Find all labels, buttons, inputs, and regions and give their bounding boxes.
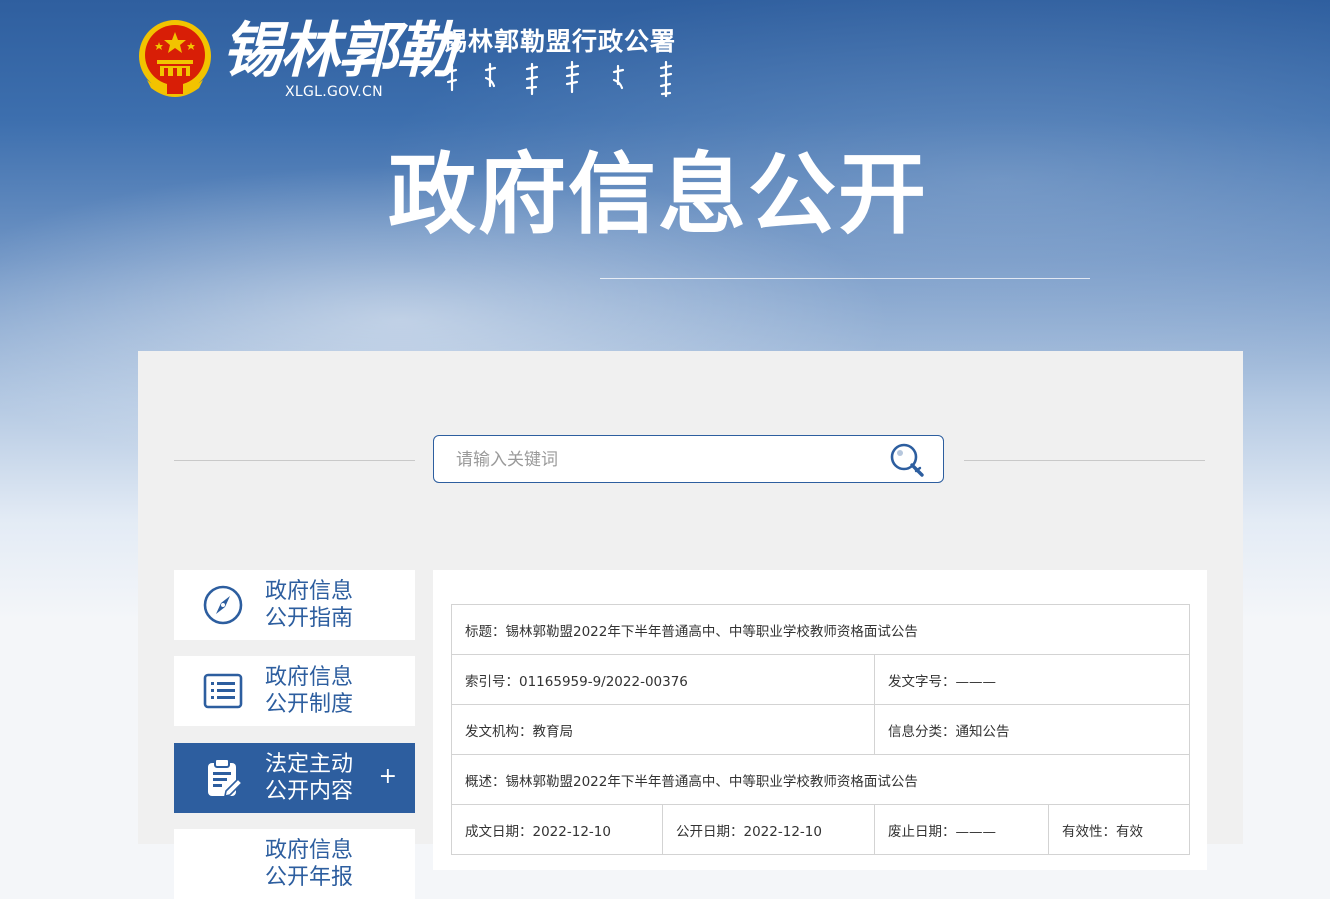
logo-calligraphy[interactable]: 锡林郭勒 bbox=[222, 12, 456, 90]
search-divider-right bbox=[964, 460, 1205, 461]
sidebar-item-label: 政府信息 bbox=[265, 838, 354, 863]
sidebar-item-label: 法定主动 bbox=[265, 752, 354, 777]
sidebar-item-annual-report[interactable]: 政府信息 公开年报 bbox=[174, 829, 415, 899]
doc-issuer: 发文机构：教育局 bbox=[451, 704, 875, 755]
sidebar-item-label: 公开年报 bbox=[265, 865, 354, 890]
search-icon[interactable] bbox=[886, 441, 930, 479]
doc-published-date: 公开日期：2022-12-10 bbox=[662, 804, 875, 855]
title-divider bbox=[600, 278, 1090, 279]
document-meta-table: 标题：锡林郭勒盟2022年下半年普通高中、中等职业学校教师资格面试公告 索引号：… bbox=[450, 604, 1191, 855]
page-title: 政府信息公开 bbox=[388, 143, 929, 246]
doc-number: 发文字号：——— bbox=[873, 654, 1191, 705]
sidebar-item-guide[interactable]: 政府信息 公开指南 bbox=[174, 570, 415, 640]
main-panel: 政府信息 公开指南 政府信息 公开制度 bbox=[138, 351, 1243, 899]
compass-icon bbox=[203, 585, 243, 625]
table-row: 标题：锡林郭勒盟2022年下半年普通高中、中等职业学校教师资格面试公告 bbox=[450, 604, 1191, 655]
search-divider-left bbox=[174, 460, 415, 461]
doc-index-no: 索引号：01165959-9/2022-00376 bbox=[451, 654, 875, 705]
clipboard-edit-icon bbox=[208, 758, 244, 798]
doc-abolished-date: 废止日期：——— bbox=[874, 804, 1049, 855]
doc-title: 标题：锡林郭勒盟2022年下半年普通高中、中等职业学校教师资格面试公告 bbox=[450, 604, 1191, 655]
table-row: 概述：锡林郭勒盟2022年下半年普通高中、中等职业学校教师资格面试公告 bbox=[450, 754, 1191, 805]
table-row: 成文日期：2022-12-10 公开日期：2022-12-10 废止日期：———… bbox=[451, 804, 1191, 855]
search-bar bbox=[433, 435, 944, 484]
doc-summary: 概述：锡林郭勒盟2022年下半年普通高中、中等职业学校教师资格面试公告 bbox=[450, 754, 1191, 805]
doc-category: 信息分类：通知公告 bbox=[873, 704, 1191, 755]
doc-created-date: 成文日期：2022-12-10 bbox=[451, 804, 663, 855]
document-info-card: 标题：锡林郭勒盟2022年下半年普通高中、中等职业学校教师资格面试公告 索引号：… bbox=[433, 570, 1207, 870]
search-input[interactable] bbox=[454, 436, 878, 484]
sidebar-item-statutory[interactable]: 法定主动 公开内容 + bbox=[174, 743, 415, 813]
list-document-icon bbox=[203, 673, 243, 709]
table-row: 发文机构：教育局 信息分类：通知公告 bbox=[451, 704, 1191, 755]
national-emblem-icon[interactable] bbox=[137, 18, 213, 100]
sidebar-item-label: 公开制度 bbox=[265, 692, 354, 717]
sidebar-item-label: 公开内容 bbox=[265, 779, 354, 804]
doc-validity: 有效性：有效 bbox=[1047, 804, 1191, 855]
expand-plus-icon[interactable]: + bbox=[379, 763, 397, 791]
sidebar-item-system[interactable]: 政府信息 公开制度 bbox=[174, 656, 415, 726]
site-name[interactable]: 锡林郭勒盟行政公署 bbox=[442, 22, 676, 58]
sidebar-item-label: 政府信息 bbox=[265, 665, 354, 690]
sidebar-item-label: 政府信息 bbox=[265, 579, 354, 604]
logo-domain: XLGL.GOV.CN bbox=[285, 84, 383, 100]
table-row: 索引号：01165959-9/2022-00376 发文字号：——— bbox=[451, 654, 1191, 705]
sidebar-item-label: 公开指南 bbox=[265, 606, 354, 631]
mongolian-script-logo bbox=[446, 60, 673, 98]
